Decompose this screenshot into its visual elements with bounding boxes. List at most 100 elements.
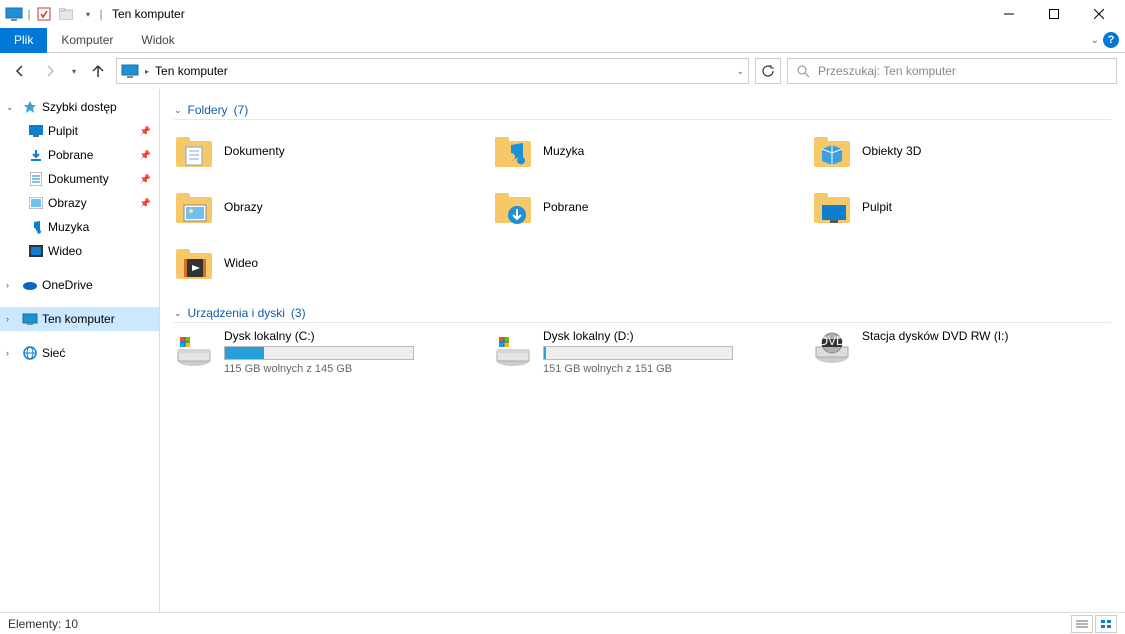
desktop-icon bbox=[28, 123, 44, 139]
folder-label: Wideo bbox=[224, 256, 258, 270]
navbar: ▾ ▸ Ten komputer ⌄ Przeszukaj: Ten kompu… bbox=[0, 53, 1125, 89]
pin-icon: 📌 bbox=[140, 126, 151, 137]
folder-item[interactable]: Dokumenty bbox=[174, 126, 473, 176]
tab-file[interactable]: Plik bbox=[0, 28, 47, 53]
titlebar: | ▾ | Ten komputer bbox=[0, 0, 1125, 28]
sidebar-item-pictures[interactable]: Obrazy 📌 bbox=[0, 191, 159, 215]
address-dropdown-icon[interactable]: ⌄ bbox=[736, 66, 744, 77]
address-text: Ten komputer bbox=[155, 64, 730, 78]
window-title: Ten komputer bbox=[112, 7, 185, 21]
chevron-right-icon[interactable]: › bbox=[6, 348, 18, 358]
drive-item[interactable]: Dysk lokalny (D:) 151 GB wolnych z 151 GB bbox=[493, 329, 792, 375]
sidebar-item-label: OneDrive bbox=[42, 278, 93, 292]
forward-button[interactable] bbox=[38, 59, 62, 83]
folder-item[interactable]: Muzyka bbox=[493, 126, 792, 176]
sidebar-item-label: Pobrane bbox=[48, 148, 93, 162]
thispc-icon bbox=[22, 311, 38, 327]
sidebar-item-label: Pulpit bbox=[48, 124, 78, 138]
sidebar-network[interactable]: › Sieć bbox=[0, 341, 159, 365]
group-header-drives[interactable]: ⌄ Urządzenia i dyski (3) bbox=[174, 306, 1111, 323]
documents-icon bbox=[28, 171, 44, 187]
help-icon[interactable]: ? bbox=[1103, 32, 1119, 48]
address-chevron-icon[interactable]: ▸ bbox=[145, 67, 149, 76]
content-area: ⌄ Foldery (7) Dokumenty Muzyka Obiekty 3D O… bbox=[160, 89, 1125, 612]
folder-label: Obrazy bbox=[224, 200, 263, 214]
folder-item[interactable]: Obiekty 3D bbox=[812, 126, 1111, 176]
onedrive-icon bbox=[22, 277, 38, 293]
tab-computer[interactable]: Komputer bbox=[47, 28, 127, 53]
window-controls bbox=[986, 0, 1121, 28]
quick-access-toolbar: | ▾ bbox=[4, 4, 98, 24]
sidebar-item-music[interactable]: Muzyka bbox=[0, 215, 159, 239]
minimize-button[interactable] bbox=[986, 0, 1031, 28]
drive-label: Dysk lokalny (D:) bbox=[543, 329, 772, 343]
folder-item[interactable]: Obrazy bbox=[174, 182, 473, 232]
sidebar-item-downloads[interactable]: Pobrane 📌 bbox=[0, 143, 159, 167]
properties-icon[interactable] bbox=[34, 4, 54, 24]
close-button[interactable] bbox=[1076, 0, 1121, 28]
recent-dropdown-icon[interactable]: ▾ bbox=[68, 59, 80, 83]
folder-icon bbox=[493, 187, 533, 227]
drive-usage-bar bbox=[543, 346, 733, 360]
star-icon bbox=[22, 99, 38, 115]
new-folder-icon[interactable] bbox=[56, 4, 76, 24]
drive-usage-bar bbox=[224, 346, 414, 360]
drive-icon bbox=[493, 329, 533, 369]
folder-label: Pobrane bbox=[543, 200, 588, 214]
view-details-button[interactable] bbox=[1071, 615, 1093, 633]
sidebar-item-desktop[interactable]: Pulpit 📌 bbox=[0, 119, 159, 143]
drive-icon bbox=[174, 329, 214, 369]
sidebar-item-videos[interactable]: Wideo bbox=[0, 239, 159, 263]
chevron-right-icon[interactable]: › bbox=[6, 314, 18, 324]
folders-grid: Dokumenty Muzyka Obiekty 3D Obrazy Pobrane Pu… bbox=[174, 126, 1111, 288]
address-pc-icon bbox=[121, 64, 139, 78]
ribbon-collapse-icon[interactable]: ⌄ bbox=[1091, 35, 1099, 46]
drive-item[interactable]: Dysk lokalny (C:) 115 GB wolnych z 145 GB bbox=[174, 329, 473, 375]
music-icon bbox=[28, 219, 44, 235]
folder-label: Obiekty 3D bbox=[862, 144, 921, 158]
drive-subtext: 151 GB wolnych z 151 GB bbox=[543, 363, 772, 375]
group-header-folders[interactable]: ⌄ Foldery (7) bbox=[174, 103, 1111, 120]
address-bar[interactable]: ▸ Ten komputer ⌄ bbox=[116, 58, 749, 84]
folder-item[interactable]: Pobrane bbox=[493, 182, 792, 232]
folder-icon bbox=[174, 187, 214, 227]
ribbon-tabs: Plik Komputer Widok ⌄ ? bbox=[0, 28, 1125, 53]
group-count: (7) bbox=[234, 103, 249, 117]
back-button[interactable] bbox=[8, 59, 32, 83]
folder-icon bbox=[812, 187, 852, 227]
folder-item[interactable]: Pulpit bbox=[812, 182, 1111, 232]
tab-view[interactable]: Widok bbox=[127, 28, 188, 53]
drive-subtext: 115 GB wolnych z 145 GB bbox=[224, 363, 453, 375]
search-box[interactable]: Przeszukaj: Ten komputer bbox=[787, 58, 1117, 84]
folder-label: Dokumenty bbox=[224, 144, 285, 158]
drive-item[interactable]: DVD Stacja dysków DVD RW (I:) bbox=[812, 329, 1111, 375]
statusbar: Elementy: 10 bbox=[0, 612, 1125, 634]
status-items: Elementy: 10 bbox=[8, 617, 78, 631]
qat-separator: | bbox=[98, 4, 104, 24]
sidebar-onedrive[interactable]: › OneDrive bbox=[0, 273, 159, 297]
folder-icon bbox=[174, 243, 214, 283]
drive-label: Dysk lokalny (C:) bbox=[224, 329, 453, 343]
maximize-button[interactable] bbox=[1031, 0, 1076, 28]
up-button[interactable] bbox=[86, 59, 110, 83]
folder-label: Muzyka bbox=[543, 144, 584, 158]
view-large-button[interactable] bbox=[1095, 615, 1117, 633]
view-toggles bbox=[1071, 615, 1117, 633]
sidebar-thispc[interactable]: › Ten komputer bbox=[0, 307, 159, 331]
thispc-icon[interactable] bbox=[4, 4, 24, 24]
search-placeholder: Przeszukaj: Ten komputer bbox=[818, 64, 956, 78]
sidebar-quick-access[interactable]: ⌄ Szybki dostęp bbox=[0, 95, 159, 119]
chevron-right-icon[interactable]: › bbox=[6, 280, 18, 290]
drive-label: Stacja dysków DVD RW (I:) bbox=[862, 329, 1091, 343]
refresh-button[interactable] bbox=[755, 58, 781, 84]
qat-dropdown-icon[interactable]: ▾ bbox=[78, 4, 98, 24]
drive-icon: DVD bbox=[812, 329, 852, 369]
chevron-down-icon[interactable]: ⌄ bbox=[174, 105, 182, 116]
chevron-down-icon[interactable]: ⌄ bbox=[6, 102, 18, 113]
qat-separator: | bbox=[26, 4, 32, 24]
folder-item[interactable]: Wideo bbox=[174, 238, 473, 288]
sidebar-item-label: Obrazy bbox=[48, 196, 87, 210]
sidebar-item-documents[interactable]: Dokumenty 📌 bbox=[0, 167, 159, 191]
sidebar-item-label: Ten komputer bbox=[42, 312, 115, 326]
chevron-down-icon[interactable]: ⌄ bbox=[174, 308, 182, 319]
